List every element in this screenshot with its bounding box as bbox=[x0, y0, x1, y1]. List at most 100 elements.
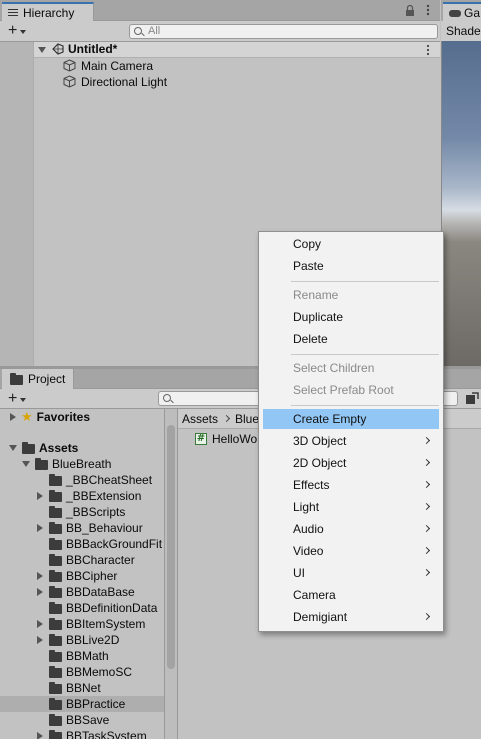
assets-label: Assets bbox=[39, 441, 79, 455]
menu-separator bbox=[291, 354, 439, 355]
submenu-arrow-icon bbox=[422, 546, 431, 555]
hierarchy-add-button[interactable]: + bbox=[2, 22, 34, 40]
menu-item-duplicate[interactable]: Duplicate bbox=[263, 307, 439, 327]
tree-row-folder[interactable]: BBSave bbox=[0, 712, 164, 728]
scrollbar-thumb[interactable] bbox=[167, 425, 175, 669]
menu-item-camera[interactable]: Camera bbox=[263, 585, 439, 605]
tree-row-folder[interactable]: BBCharacter bbox=[0, 552, 164, 568]
menu-item-ui[interactable]: UI bbox=[263, 563, 439, 583]
folder-label: BBCharacter bbox=[66, 553, 135, 567]
tree-row-folder[interactable]: BBDataBase bbox=[0, 584, 164, 600]
hierarchy-item-main-camera[interactable]: Main Camera bbox=[62, 58, 362, 74]
hierarchy-gutter bbox=[0, 42, 34, 366]
project-folder-tree[interactable]: ★ Favorites Assets BlueBreath _BBCheatSh… bbox=[0, 409, 165, 739]
expand-arrow-icon[interactable] bbox=[9, 445, 17, 451]
folder-label: BBCipher bbox=[66, 569, 118, 583]
tree-row-folder[interactable]: BBMemoSC bbox=[0, 664, 164, 680]
expand-arrow-icon[interactable] bbox=[37, 732, 43, 739]
menu-item-label: Select Children bbox=[293, 361, 375, 375]
menu-item-label: Select Prefab Root bbox=[293, 383, 394, 397]
project-tab-label: Project bbox=[28, 372, 66, 386]
menu-item-paste[interactable]: Paste bbox=[263, 256, 439, 276]
hierarchy-search-input[interactable]: All bbox=[129, 24, 438, 39]
expand-arrow-icon[interactable] bbox=[37, 524, 43, 532]
lock-icon[interactable] bbox=[405, 5, 415, 16]
project-add-button[interactable]: + bbox=[2, 390, 34, 408]
tree-row-bluebreath[interactable]: BlueBreath bbox=[0, 456, 164, 472]
tree-row-folder[interactable]: BBBackGroundFit bbox=[0, 536, 164, 552]
folder-label: BBDefinitionData bbox=[66, 601, 158, 615]
folder-label: BBDataBase bbox=[66, 585, 135, 599]
tree-row-folder[interactable]: BBPractice bbox=[0, 696, 164, 712]
tree-row-assets[interactable]: Assets bbox=[0, 440, 164, 456]
menu-item-demigiant[interactable]: Demigiant bbox=[263, 607, 439, 627]
expand-arrow-icon[interactable] bbox=[10, 413, 16, 421]
gameobject-cube-icon bbox=[63, 59, 76, 72]
scene-row[interactable]: Untitled* bbox=[34, 42, 440, 58]
menu-item-3d-object[interactable]: 3D Object bbox=[263, 431, 439, 451]
hierarchy-item-directional-light[interactable]: Directional Light bbox=[62, 74, 362, 90]
hierarchy-item-label: Directional Light bbox=[81, 75, 168, 89]
tree-row-folder[interactable]: BBCipher bbox=[0, 568, 164, 584]
tab-project[interactable]: Project bbox=[2, 369, 74, 389]
search-by-type-icon[interactable] bbox=[463, 390, 481, 408]
folder-label: BBLive2D bbox=[66, 633, 120, 647]
submenu-arrow-icon bbox=[422, 568, 431, 577]
menu-item-2d-object[interactable]: 2D Object bbox=[263, 453, 439, 473]
folder-label: BBItemSystem bbox=[66, 617, 146, 631]
menu-item-video[interactable]: Video bbox=[263, 541, 439, 561]
hierarchy-tab-label: Hierarchy bbox=[23, 6, 75, 20]
game-toolbar[interactable]: Shade bbox=[441, 21, 481, 41]
menu-item-audio[interactable]: Audio bbox=[263, 519, 439, 539]
submenu-arrow-icon bbox=[422, 612, 431, 621]
tree-row-folder[interactable]: BBNet bbox=[0, 680, 164, 696]
folder-icon bbox=[49, 521, 62, 534]
menu-item-label: Delete bbox=[293, 332, 328, 346]
folder-icon bbox=[10, 372, 23, 385]
expand-arrow-icon[interactable] bbox=[37, 492, 43, 500]
unity-scene-icon bbox=[52, 43, 64, 55]
menu-item-label: Light bbox=[293, 500, 320, 514]
scene-options-icon[interactable] bbox=[424, 43, 432, 57]
csharp-script-icon: # bbox=[195, 433, 207, 445]
asset-label: HelloWo bbox=[212, 432, 258, 446]
expand-arrow-icon[interactable] bbox=[37, 620, 43, 628]
folder-label: BBSave bbox=[66, 713, 110, 727]
tree-row-folder[interactable]: _BBCheatSheet bbox=[0, 472, 164, 488]
menu-item-light[interactable]: Light bbox=[263, 497, 439, 517]
folder-label: BB_Behaviour bbox=[66, 521, 143, 535]
breadcrumb-bluebreath[interactable]: Blue bbox=[235, 412, 259, 426]
expand-arrow-icon[interactable] bbox=[37, 588, 43, 596]
scene-view[interactable] bbox=[441, 41, 481, 366]
submenu-arrow-icon bbox=[422, 436, 431, 445]
tree-row-folder[interactable]: _BBExtension bbox=[0, 488, 164, 504]
asset-item-script[interactable]: # HelloWo bbox=[195, 431, 265, 447]
menu-item-label: 3D Object bbox=[293, 434, 347, 448]
menu-item-delete[interactable]: Delete bbox=[263, 329, 439, 349]
expand-arrow-icon[interactable] bbox=[37, 636, 43, 644]
tree-row-folder[interactable]: BBMath bbox=[0, 648, 164, 664]
tree-row-folder[interactable]: BBDefinitionData bbox=[0, 600, 164, 616]
folder-icon bbox=[49, 665, 62, 678]
tree-row-folder[interactable]: BB_Behaviour bbox=[0, 520, 164, 536]
menu-item-copy[interactable]: Copy bbox=[263, 234, 439, 254]
breadcrumb-assets[interactable]: Assets bbox=[182, 412, 218, 426]
tree-row-folder[interactable]: BBLive2D bbox=[0, 632, 164, 648]
tree-row-folder[interactable]: _BBScripts bbox=[0, 504, 164, 520]
menu-item-label: Demigiant bbox=[293, 610, 348, 624]
menu-item-effects[interactable]: Effects bbox=[263, 475, 439, 495]
chevron-down-icon bbox=[20, 30, 27, 34]
expand-arrow-icon[interactable] bbox=[22, 461, 30, 467]
folder-icon bbox=[49, 649, 62, 662]
tree-row-favorites[interactable]: ★ Favorites bbox=[0, 409, 164, 425]
folder-open-icon bbox=[35, 457, 48, 470]
folder-open-icon bbox=[22, 441, 35, 454]
tab-game[interactable]: Ga bbox=[443, 2, 481, 22]
tree-row-folder[interactable]: BBItemSystem bbox=[0, 616, 164, 632]
expand-arrow-icon[interactable] bbox=[37, 572, 43, 580]
more-options-icon[interactable] bbox=[424, 3, 432, 17]
tab-hierarchy[interactable]: Hierarchy bbox=[2, 2, 94, 22]
menu-item-create-empty[interactable]: Create Empty bbox=[263, 409, 439, 429]
expand-arrow-icon[interactable] bbox=[38, 47, 46, 53]
tree-row-folder[interactable]: BBTaskSystem bbox=[0, 728, 164, 739]
